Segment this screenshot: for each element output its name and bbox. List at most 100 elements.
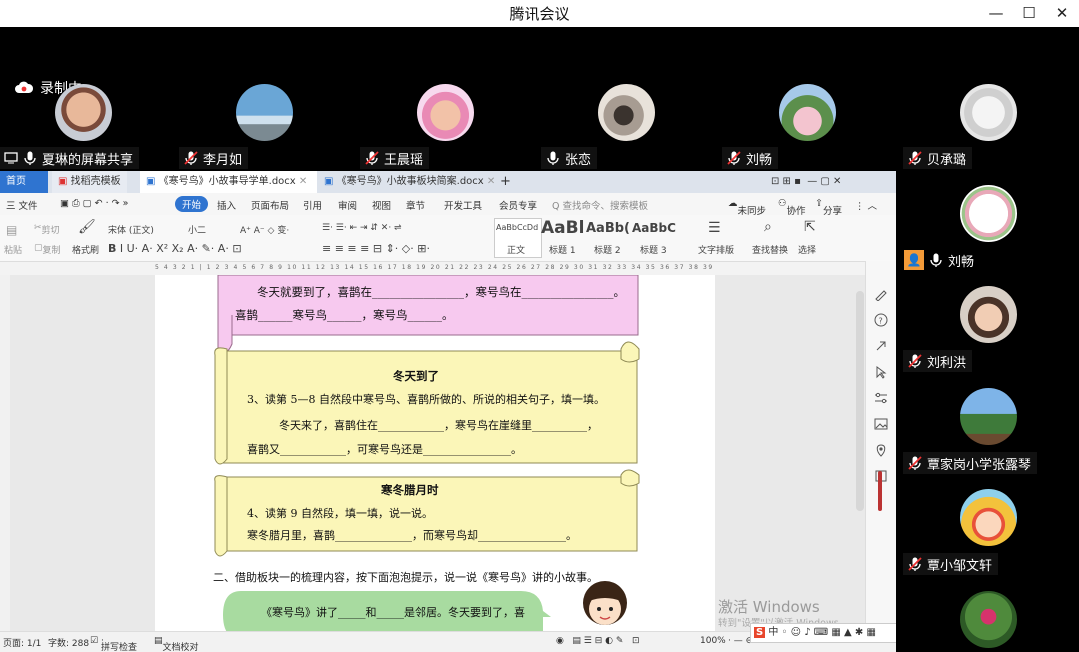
menu-view[interactable]: 视图 bbox=[372, 198, 391, 212]
participant-zouwenxuan[interactable]: 覃小邹文轩 bbox=[903, 553, 999, 575]
participant-name: 李月如 bbox=[203, 152, 243, 168]
new-tab-button[interactable]: + bbox=[494, 171, 517, 193]
menu-layout[interactable]: 页面布局 bbox=[251, 198, 289, 212]
format-painter-button[interactable]: 格式刷 bbox=[72, 243, 99, 256]
list-tools[interactable]: ☰· ☰· ⇤ ⇥ ⇵ ✕· ⇌ bbox=[322, 223, 402, 233]
doc-scrollbar[interactable] bbox=[856, 291, 864, 511]
wps-tab-row: 首页 ▣ 找稻壳模板 ▣ 《寒号鸟》小故事导学单.docx ✕ ▣ 《寒号鸟》小… bbox=[0, 171, 896, 193]
format-buttons[interactable]: B I U· A· X² X₂ A· ✎· A· ⊡ bbox=[108, 242, 242, 255]
zoom-level[interactable]: 100% bbox=[700, 636, 726, 646]
left-nav-strip[interactable] bbox=[0, 275, 10, 631]
participant-zhanglian[interactable]: 张恋 bbox=[541, 147, 598, 169]
help-icon[interactable]: ? bbox=[874, 313, 888, 327]
settings-sliders-icon[interactable] bbox=[874, 391, 888, 405]
mic-on-icon bbox=[547, 151, 559, 165]
avatar-liuchang-2[interactable] bbox=[960, 185, 1017, 242]
avatar-zhanglouqin[interactable] bbox=[960, 388, 1017, 445]
participant-name: 覃小邹文轩 bbox=[927, 558, 993, 574]
participant-xialin-screenshare[interactable]: 夏琳的屏幕共享 bbox=[0, 147, 140, 169]
spell-check-button[interactable]: ☑ 拼写检查 · bbox=[90, 636, 137, 652]
quick-toolbar[interactable]: ▣ ⎙ ▢ ↶ · ↷ » bbox=[60, 198, 128, 209]
select-icon[interactable]: ⇱ bbox=[804, 219, 816, 235]
participant-liuchang-2[interactable]: 👤 刘畅 bbox=[900, 249, 980, 271]
avatar-wangchenyao[interactable] bbox=[417, 84, 474, 141]
cut-button[interactable]: ✂ 剪切 bbox=[34, 223, 60, 236]
window-controls[interactable]: ⊡ ⊞ ▪ — ▢ ✕ bbox=[765, 171, 847, 193]
find-replace-button[interactable]: 查找替换 bbox=[752, 243, 788, 256]
search-commands[interactable]: Q 查找命令、搜索模板 bbox=[552, 198, 648, 212]
proofread-button[interactable]: ▤ 文档校对 bbox=[154, 636, 199, 652]
close-button[interactable]: ✕ bbox=[1050, 2, 1074, 24]
paste-icon[interactable]: ▤ bbox=[6, 223, 17, 237]
style-preview-h3[interactable]: AaBbC bbox=[632, 221, 676, 235]
location-icon[interactable] bbox=[874, 443, 888, 457]
rocket-icon[interactable] bbox=[874, 339, 888, 353]
more-icon[interactable]: ⋮ ︿ bbox=[855, 198, 877, 212]
window-title: 腾讯会议 bbox=[509, 5, 570, 23]
align-tools[interactable]: ≡ ≡ ≡ ≡ ⊟ ⇕· ◇· ⊞· bbox=[322, 242, 430, 255]
copy-button[interactable]: ▢ 复制 bbox=[34, 243, 61, 256]
participant-name: 夏琳的屏幕共享 bbox=[42, 152, 134, 168]
menu-review[interactable]: 审阅 bbox=[338, 198, 357, 212]
share-button[interactable]: ⇪ 分享 bbox=[815, 198, 842, 217]
image-icon[interactable] bbox=[874, 417, 888, 431]
shared-screen-wps: 首页 ▣ 找稻壳模板 ▣ 《寒号鸟》小故事导学单.docx ✕ ▣ 《寒号鸟》小… bbox=[0, 171, 896, 652]
pen-icon[interactable] bbox=[874, 287, 888, 301]
menu-insert[interactable]: 插入 bbox=[217, 198, 236, 212]
doc-line-top2: 喜鹊______寒号鸟______，寒号鸟______。 bbox=[235, 308, 454, 322]
avatar-liulihong[interactable] bbox=[960, 286, 1017, 343]
maximize-button[interactable]: ☐ bbox=[1017, 2, 1041, 24]
mic-muted-icon bbox=[908, 354, 922, 368]
tab-close-icon[interactable]: ✕ bbox=[296, 176, 307, 187]
avatar-zhanglian[interactable] bbox=[598, 84, 655, 141]
avatar-next[interactable] bbox=[960, 591, 1017, 648]
select-button[interactable]: 选择 bbox=[798, 243, 816, 256]
cursor-icon[interactable] bbox=[874, 365, 888, 379]
style-preview-h1[interactable]: AaBl bbox=[541, 218, 584, 238]
tab-doc-guide[interactable]: ▣ 《寒号鸟》小故事导学单.docx ✕ bbox=[140, 171, 317, 193]
format-painter-icon[interactable]: 🖌 bbox=[78, 219, 96, 235]
participant-name: 王晨瑶 bbox=[384, 152, 424, 168]
participant-liuchang[interactable]: 刘畅 bbox=[722, 147, 779, 169]
menu-member[interactable]: 会员专享 bbox=[499, 198, 537, 212]
screen-share-icon bbox=[4, 152, 18, 164]
avatar-beichenglu[interactable] bbox=[960, 84, 1017, 141]
menu-dev[interactable]: 开发工具 bbox=[444, 198, 482, 212]
paste-button[interactable]: 粘贴 bbox=[4, 243, 22, 256]
participant-beichenglu[interactable]: 贝承璐 bbox=[903, 147, 973, 169]
tab-doc-plan[interactable]: ▣ 《寒号鸟》小故事板块简案.docx ✕ bbox=[318, 171, 500, 193]
tab-home[interactable]: 首页 bbox=[0, 171, 48, 193]
participant-zhanglouqin[interactable]: 覃家岗小学张露琴 bbox=[903, 452, 1038, 474]
participant-liulihong[interactable]: 刘利洪 bbox=[903, 350, 973, 372]
participant-wangchenyao[interactable]: 王晨瑶 bbox=[360, 147, 430, 169]
cartoon-girl-illustration bbox=[583, 581, 627, 625]
avatar-liyueru[interactable] bbox=[236, 84, 293, 141]
view-mode-buttons[interactable]: ◉ ▤ ☰ ⊟ ◐ ✎ ⊡ bbox=[556, 636, 640, 646]
text-layout-button[interactable]: 文字排版 bbox=[698, 243, 734, 256]
question-4: 4、读第 9 自然段，填一填，说一说。 bbox=[247, 507, 433, 520]
page-count: 页面: 1/1 bbox=[3, 639, 42, 649]
horizontal-ruler: 5 4 3 2 1 | 1 2 3 4 5 6 7 8 9 10 11 12 1… bbox=[155, 264, 715, 271]
avatar-liuchang[interactable] bbox=[779, 84, 836, 141]
file-menu[interactable]: 三 文件 bbox=[6, 198, 38, 212]
collab-button[interactable]: ⚇ 协作 bbox=[778, 198, 806, 217]
tab-templates[interactable]: ▣ 找稻壳模板 bbox=[52, 171, 127, 193]
minimize-button[interactable]: — bbox=[984, 2, 1008, 24]
text-layout-icon[interactable]: ☰ bbox=[708, 220, 721, 236]
participant-liyueru[interactable]: 李月如 bbox=[179, 147, 249, 169]
style-name-h2: 标题 2 bbox=[594, 246, 621, 256]
participant-name: 贝承璐 bbox=[927, 152, 967, 168]
menu-chapter[interactable]: 章节 bbox=[406, 198, 425, 212]
font-select[interactable]: 宋体 (正文) bbox=[108, 223, 178, 236]
ime-toolbar[interactable]: S 中 ◦ ☺ ♪ ⌨ ▦ ▲ ✱ ▦ bbox=[750, 623, 896, 643]
word-doc-icon: ▣ bbox=[146, 176, 159, 187]
style-preview-h2[interactable]: AaBb( bbox=[586, 221, 630, 236]
font-size-select[interactable]: 小二 bbox=[188, 223, 206, 236]
menu-references[interactable]: 引用 bbox=[303, 198, 322, 212]
avatar-zouwenxuan[interactable] bbox=[960, 489, 1017, 546]
sync-status[interactable]: ☁ 未同步 bbox=[728, 198, 766, 217]
avatar-xialin[interactable] bbox=[55, 84, 112, 141]
font-tools[interactable]: A⁺ A⁻ ◇ 变· bbox=[240, 223, 289, 236]
menu-home[interactable]: 开始 bbox=[175, 196, 209, 212]
find-icon[interactable]: ⌕ bbox=[764, 219, 772, 235]
